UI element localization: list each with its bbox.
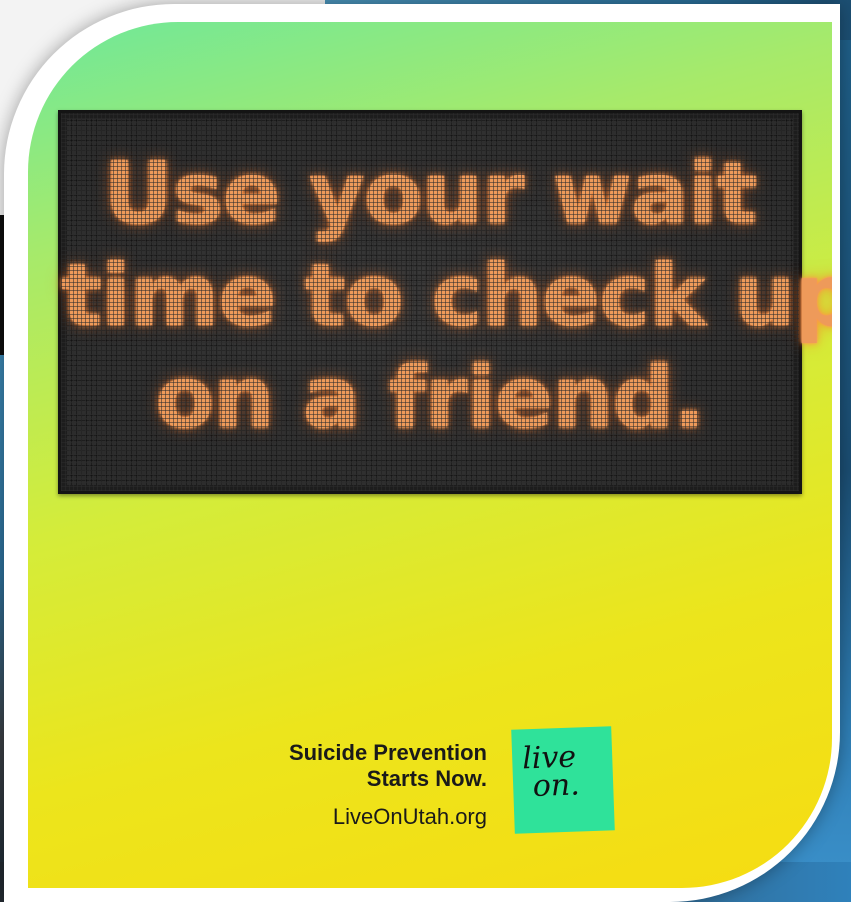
website-link[interactable]: LiveOnUtah.org xyxy=(289,804,487,830)
led-message: Use your wait time to check up on a frie… xyxy=(61,143,832,449)
tagline-line-1: Suicide Prevention xyxy=(288,740,487,765)
poster-card: Use your wait time to check up on a frie… xyxy=(28,22,832,888)
tagline-line-2: Starts Now. xyxy=(366,766,487,791)
logo-wordmark: live on. xyxy=(522,740,581,805)
tagline: Suicide Prevention Starts Now. LiveOnUta… xyxy=(289,740,487,830)
logo-line-2: on. xyxy=(522,767,581,805)
led-line-3: on a friend. xyxy=(155,348,705,448)
led-sign: Use your wait time to check up on a frie… xyxy=(58,110,832,494)
led-line-1: Use your wait xyxy=(103,144,757,244)
live-on-logo: live on. xyxy=(511,726,615,834)
led-line-2: time to check up xyxy=(61,246,832,346)
